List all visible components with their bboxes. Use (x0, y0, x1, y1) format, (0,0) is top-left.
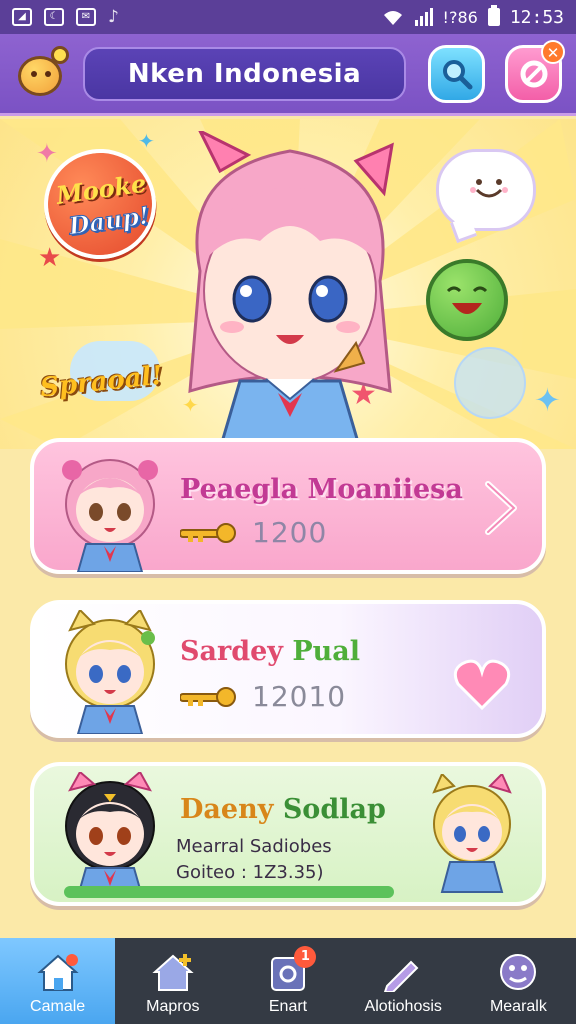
speech-bubble (436, 149, 536, 231)
page-title: Nken Indonesia (127, 58, 362, 89)
sparkle-icon: ✦ (36, 139, 58, 169)
house-plus-icon (152, 954, 194, 991)
laugh-face-icon (446, 286, 488, 314)
card3-detail: Goiteo : 1Z3.35) (176, 862, 324, 883)
card1-score-row: 1200 (180, 516, 327, 549)
nav-label: Camale (30, 998, 86, 1015)
heart-icon[interactable] (452, 658, 512, 712)
face-icon (500, 954, 537, 990)
status-left-icons: ◢ ☾ ✉ ♪ (12, 7, 119, 27)
music-icon: ♪ (108, 7, 119, 27)
nav-label: Mapros (146, 998, 200, 1015)
card3-name-part2: Sodlap (282, 794, 386, 825)
search-icon (442, 59, 473, 89)
home-icon (36, 954, 79, 991)
app-header: Nken Indonesia ✕ (0, 34, 576, 116)
mail-icon: ✉ (76, 8, 96, 26)
notification-icon: ◢ (12, 8, 32, 26)
status-bar: ◢ ☾ ✉ ♪ !?86 12:53 (0, 0, 576, 34)
hero-banner: Mooke Daup! ✦ ★ ✦ ★ ✦ ✦ Spraoal! (0, 119, 576, 449)
wifi-icon (383, 11, 402, 25)
card1-score: 1200 (252, 516, 328, 549)
card3-progress-bar (64, 886, 394, 898)
sparkle-icon: ✦ (138, 129, 155, 153)
card3-subtitle: Mearral Sadiobes (176, 836, 332, 857)
close-icon: ✕ (541, 39, 566, 64)
character-card-3[interactable]: Daeny Sodlap Mearral Sadiobes Goiteo : 1… (30, 762, 546, 906)
nav-label: Mearalk (489, 998, 547, 1015)
card2-name-part1: Sardey (180, 636, 283, 667)
app-logo[interactable] (14, 45, 69, 102)
green-creature (426, 259, 508, 341)
logo-spark-icon (50, 45, 69, 64)
battery-icon (487, 5, 500, 26)
nav-item-camale[interactable]: Camale (0, 938, 116, 1024)
pink-girl-avatar (62, 459, 158, 572)
battery-text: !?86 (442, 7, 478, 27)
blonde-girl-avatar (65, 610, 155, 734)
nav-label: Enart (268, 998, 308, 1015)
character-card-1[interactable]: Peaegla Moaniiesa 1200 (30, 438, 546, 574)
nav-item-alotiohosis[interactable]: Alotiohosis (346, 938, 461, 1024)
nav-label: Alotiohosis (364, 998, 442, 1015)
card1-name: Peaegla Moaniiesa (180, 474, 463, 505)
moon-icon: ☾ (44, 8, 64, 26)
pencil-icon (384, 960, 419, 992)
status-right-icons: !?86 12:53 (381, 5, 564, 28)
clock: 12:53 (509, 6, 564, 28)
hero-character (188, 131, 394, 449)
card3-name-part1: Daeny (180, 794, 274, 825)
close-button[interactable]: ✕ (505, 39, 566, 103)
card2-score: 12010 (252, 680, 347, 713)
signal-icon (414, 8, 433, 26)
title-box: Nken Indonesia (82, 46, 407, 101)
nav-item-enart[interactable]: 1 Enart (230, 938, 345, 1024)
character-card-2[interactable]: Sardey Pual 12010 (30, 600, 546, 738)
key-icon (180, 686, 236, 707)
bottom-nav: Camale Mapros 1 Enart Alotiohosis Mearal… (0, 938, 576, 1024)
search-button[interactable] (428, 44, 486, 103)
card2-score-row: 12010 (180, 680, 346, 713)
notification-badge: 1 (294, 946, 317, 968)
nav-item-mapros[interactable]: Mapros (115, 938, 230, 1024)
smile-face-icon (470, 179, 508, 198)
card2-name-part2: Pual (292, 636, 361, 667)
card3-name: Daeny Sodlap (180, 794, 386, 825)
black-hair-girl-avatar (65, 772, 155, 896)
card2-name: Sardey Pual (180, 636, 360, 667)
key-icon (180, 522, 236, 543)
chevron-right-icon[interactable] (478, 478, 522, 538)
nav-item-mearalk[interactable]: Mearalk (461, 938, 576, 1024)
bubble-decoration (454, 347, 526, 419)
star-icon: ✦ (534, 381, 561, 419)
star-icon: ★ (38, 243, 62, 273)
blonde-girl-avatar-small (432, 774, 512, 893)
